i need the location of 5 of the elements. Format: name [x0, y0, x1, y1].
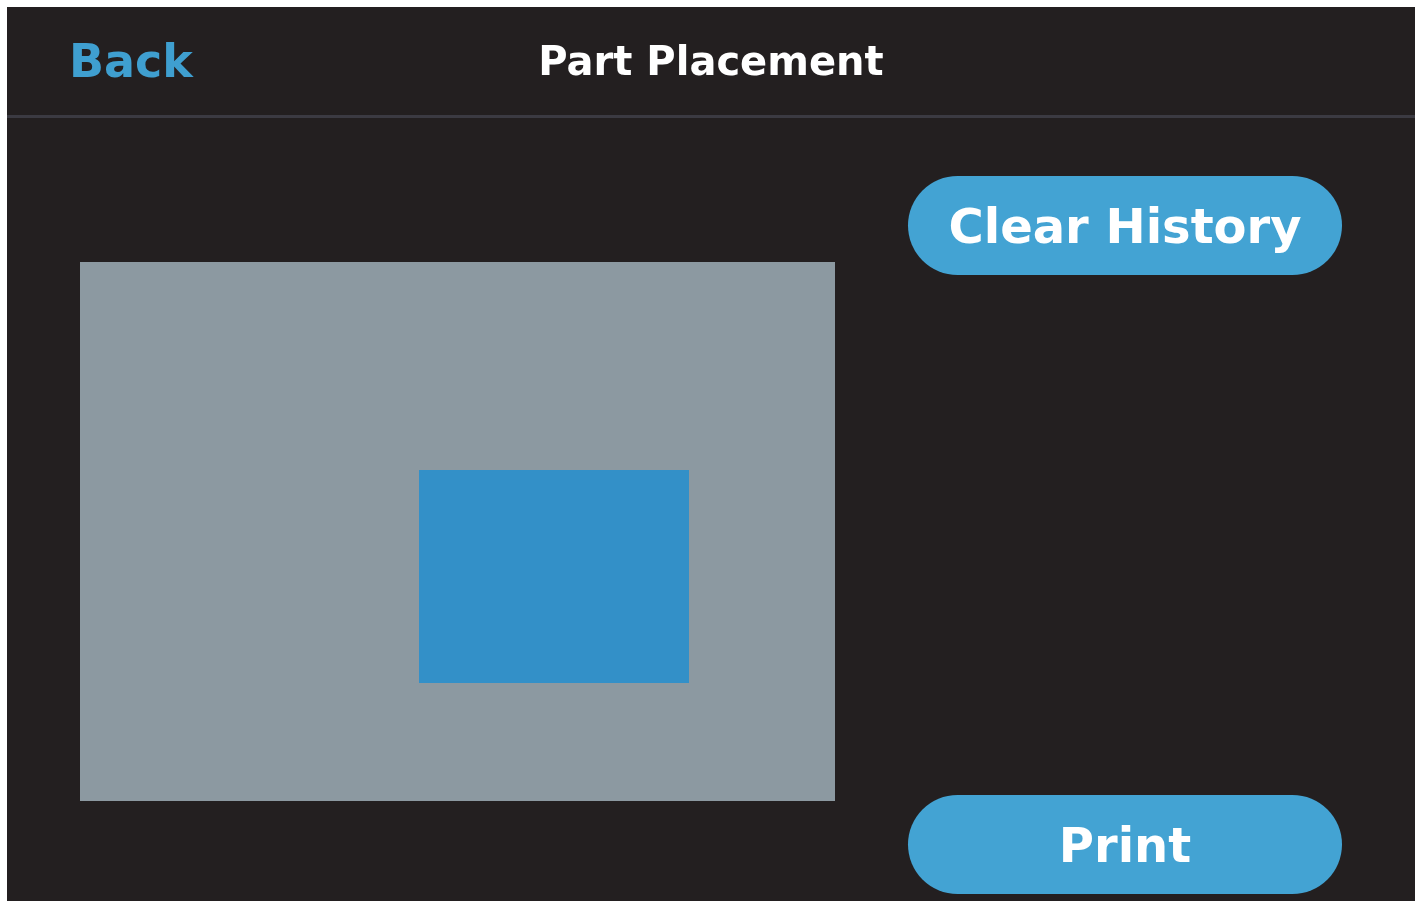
part-block[interactable]	[419, 470, 689, 683]
screen-title: Part Placement	[538, 38, 884, 84]
action-button[interactable]: Clear History	[908, 176, 1342, 275]
action-button[interactable]: Print	[908, 795, 1342, 894]
back-button[interactable]: Back	[69, 34, 193, 88]
